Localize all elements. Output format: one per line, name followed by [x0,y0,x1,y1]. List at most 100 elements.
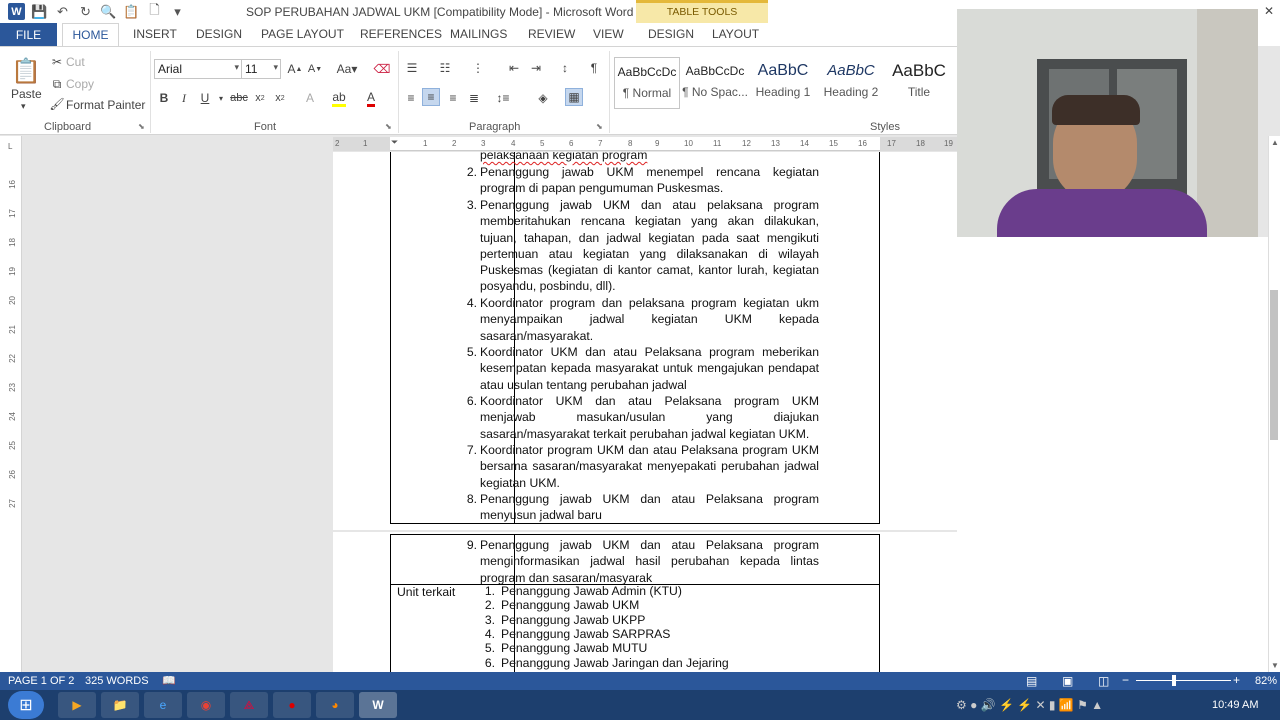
document-page-1[interactable]: pelaksanaan kegiatan program 2. Penanggun… [333,152,957,530]
close-icon[interactable]: ✕ [1258,0,1280,18]
justify-icon[interactable]: ≣ [465,89,483,107]
format-painter-icon[interactable]: 🖌 [48,95,66,113]
list-item[interactable]: 4. Penanggung Jawab SARPRAS [483,627,813,641]
scroll-up-icon[interactable]: ▲ [1271,138,1279,147]
copy-button[interactable]: Copy [66,77,94,91]
multilevel-list-icon[interactable]: ⋮ [469,59,487,77]
media-player-icon[interactable]: ▶ [58,692,96,718]
firefox-icon[interactable]: ◕ [316,692,354,718]
font-launcher-icon[interactable]: ⬊ [385,122,392,131]
list-item[interactable]: 9. Penanggung jawab UKM dan atau Pelaksan… [463,537,819,586]
tab-insert[interactable]: INSERT [133,27,177,41]
document-page-2[interactable]: 9. Penanggung jawab UKM dan atau Pelaksan… [333,532,957,672]
borders-icon[interactable]: ▦ [565,88,583,106]
zoom-slider[interactable] [1136,680,1231,681]
align-center-icon[interactable]: ≡ [422,88,440,106]
shading-icon[interactable]: ◈ [534,89,552,107]
tab-view[interactable]: VIEW [593,27,624,41]
tray-icons[interactable]: ⚙ ● 🔊 ⚡ ⚡ ✕ ▮ 📶 ⚑ ▲ [956,698,1103,712]
numbering-icon[interactable]: ☷ [436,59,454,77]
show-formatting-icon[interactable]: ¶ [585,59,603,77]
cut-button[interactable]: Cut [66,55,85,69]
shrink-font-icon[interactable]: A ▼ [306,60,324,78]
print-layout-icon[interactable]: ▣ [1062,674,1073,688]
highlight-color-icon[interactable]: ab [330,89,348,107]
tab-home[interactable]: HOME [62,23,119,47]
save-icon[interactable]: 💾 [31,3,48,20]
word-taskbar-icon[interactable]: W [359,692,397,718]
tab-review[interactable]: REVIEW [528,27,575,41]
copy-icon[interactable]: ⧉ [48,75,66,93]
zoom-in-icon[interactable]: + [1233,673,1240,687]
tab-file[interactable]: FILE [0,23,57,46]
strikethrough-icon[interactable]: abc [229,89,249,107]
font-size-select[interactable]: 11 ▾ [241,59,281,79]
grow-font-icon[interactable]: A ▲ [286,60,304,78]
zoom-level[interactable]: 82% [1255,675,1277,687]
clipboard-launcher-icon[interactable]: ⬊ [138,122,145,131]
print-preview-icon[interactable]: 🔍 [100,3,117,20]
list-item[interactable]: 5. Koordinator UKM dan atau Pelaksana pro… [463,344,819,393]
paste-large-icon[interactable]: 📋 [11,55,41,87]
horizontal-ruler[interactable]: 2 1 1 2 3 4 5 6 7 8 9 10 11 12 13 14 15 … [333,137,957,151]
cut-icon[interactable]: ✂ [48,53,66,71]
increase-indent-icon[interactable]: ⇥ [527,59,545,77]
style-no-spacing[interactable]: AaBbCcDc ¶ No Spac... [682,57,748,109]
customize-qat-icon[interactable]: ▾ [169,3,186,20]
list-item[interactable]: pelaksanaan kegiatan program [463,152,819,163]
change-case-icon[interactable]: Aa▾ [334,60,360,78]
clock[interactable]: 10:49 AM [1212,699,1258,711]
word-app-icon[interactable]: W [8,3,25,20]
align-right-icon[interactable]: ≡ [444,89,462,107]
align-left-icon[interactable]: ≡ [402,89,420,107]
style-title[interactable]: AaBbC Title [886,57,952,109]
file-explorer-icon[interactable]: 📁 [101,692,139,718]
new-document-icon[interactable]: 🗋 [146,2,163,20]
tab-design[interactable]: DESIGN [196,27,242,41]
font-name-select[interactable]: Arial ▾ [154,59,242,79]
tab-page-layout[interactable]: PAGE LAYOUT [261,27,344,41]
style-heading-1[interactable]: AaBbC Heading 1 [750,57,816,109]
list-item[interactable]: 4. Koordinator program dan pelaksana prog… [463,295,819,344]
italic-icon[interactable]: I [175,89,193,107]
format-painter-button[interactable]: Format Painter [66,98,145,112]
line-spacing-icon[interactable]: ↕≡ [494,89,512,107]
style-normal[interactable]: AaBbCcDc ¶ Normal [614,57,680,109]
clear-formatting-icon[interactable]: ⌫ [373,60,391,78]
paste-icon[interactable]: 📋 [123,3,140,20]
list-item[interactable]: 6. Penanggung Jawab Jaringan dan Jejaring [483,656,813,670]
list-item[interactable]: 8. Penanggung jawab UKM dan atau Pelaksan… [463,491,819,524]
tab-references[interactable]: REFERENCES [360,27,442,41]
subscript-icon[interactable]: x2 [251,89,269,107]
paste-button[interactable]: Paste [11,87,42,101]
zoom-slider-thumb[interactable] [1172,675,1176,686]
web-layout-icon[interactable]: ◫ [1098,674,1109,688]
zoom-out-icon[interactable]: − [1122,673,1129,687]
recorder-icon[interactable]: ● [273,692,311,718]
redo-icon[interactable]: ↻ [77,3,94,20]
scroll-down-icon[interactable]: ▼ [1271,661,1279,670]
bold-icon[interactable]: B [155,89,173,107]
superscript-icon[interactable]: x2 [271,89,289,107]
font-color-icon[interactable]: A [362,89,380,107]
list-item[interactable]: 2. Penanggung jawab UKM menempel rencana … [463,164,819,197]
list-item[interactable]: 2. Penanggung Jawab UKM [483,598,813,612]
start-button[interactable]: ⊞ [8,691,44,719]
tab-table-design[interactable]: DESIGN [648,27,694,41]
indent-marker-icon[interactable]: ⏷ [391,137,398,148]
bullets-icon[interactable]: ☰ [403,59,421,77]
decrease-indent-icon[interactable]: ⇤ [505,59,523,77]
read-mode-icon[interactable]: ▤ [1026,674,1037,688]
text-effects-icon[interactable]: A [301,89,319,107]
acrobat-icon[interactable]: ⟁ [230,692,268,718]
list-item[interactable]: 5. Penanggung Jawab MUTU [483,641,813,655]
list-item[interactable]: 6. Koordinator UKM dan atau Pelaksana pro… [463,393,819,442]
proofing-icon[interactable]: 📖 [162,674,176,687]
style-heading-2[interactable]: AaBbC Heading 2 [818,57,884,109]
page-count[interactable]: PAGE 1 OF 2 [8,675,74,687]
internet-explorer-icon[interactable]: e [144,692,182,718]
list-item[interactable]: 3. Penanggung Jawab UKPP [483,613,813,627]
scrollbar-thumb[interactable] [1270,290,1278,440]
tab-mailings[interactable]: MAILINGS [450,27,507,41]
undo-icon[interactable]: ↶ [54,3,71,20]
